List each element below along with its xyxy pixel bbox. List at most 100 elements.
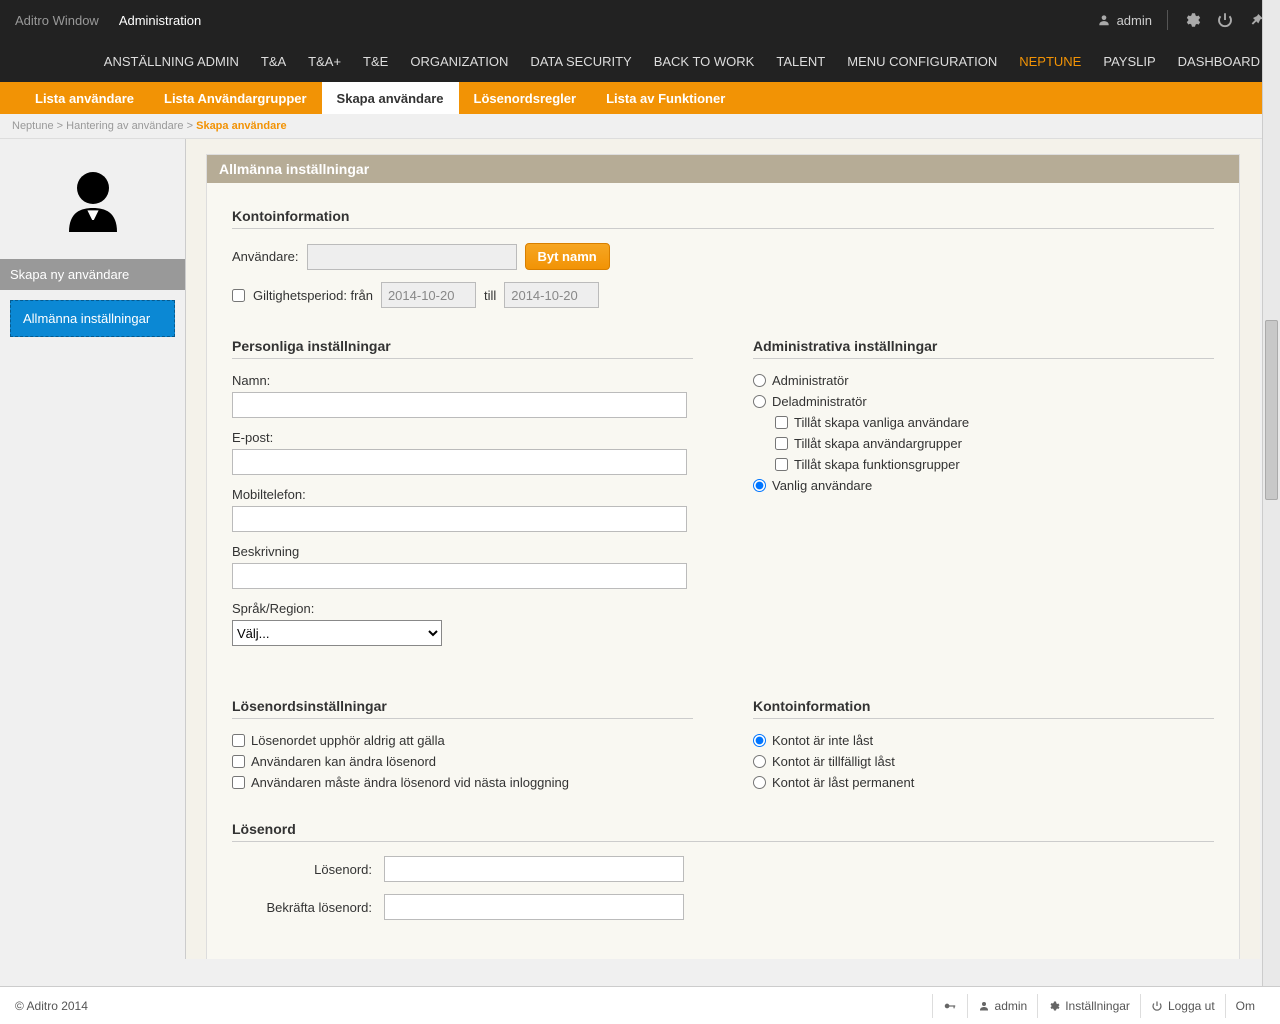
- confirm-password-label: Bekräfta lösenord:: [232, 900, 372, 915]
- orange-tab[interactable]: Skapa användare: [322, 82, 459, 114]
- pw-can-change-checkbox[interactable]: [232, 755, 245, 768]
- power-icon[interactable]: [1216, 11, 1234, 29]
- user-badge[interactable]: admin: [1097, 13, 1152, 28]
- orange-tab[interactable]: Lista av Funktioner: [591, 82, 740, 114]
- language-select[interactable]: Välj...: [232, 620, 442, 646]
- topnav-item[interactable]: DASHBOARD: [1178, 54, 1260, 69]
- divider: [1167, 10, 1168, 30]
- user-icon: [978, 1000, 990, 1012]
- breadcrumb-part[interactable]: Hantering av användare: [66, 120, 183, 132]
- user-label: Användare:: [232, 249, 299, 264]
- mobile-input[interactable]: [232, 506, 687, 532]
- pw-never-checkbox[interactable]: [232, 734, 245, 747]
- copyright: © Aditro 2014: [15, 999, 88, 1013]
- pw-must-change-label: Användaren måste ändra lösenord vid näst…: [251, 775, 569, 790]
- pw-must-change-checkbox[interactable]: [232, 776, 245, 789]
- topnav-item[interactable]: T&A: [261, 54, 286, 69]
- topnav-item[interactable]: PAYSLIP: [1103, 54, 1155, 69]
- footer-logout[interactable]: Logga ut: [1140, 994, 1225, 1018]
- allow-users-label: Tillåt skapa vanliga användare: [794, 415, 969, 430]
- language-label: Språk/Region:: [232, 601, 693, 616]
- divider: [232, 358, 693, 359]
- allow-funcgroups-checkbox[interactable]: [775, 458, 788, 471]
- temp-locked-label: Kontot är tillfälligt låst: [772, 754, 895, 769]
- breadcrumb-part[interactable]: Neptune: [12, 120, 54, 132]
- not-locked-radio[interactable]: [753, 734, 766, 747]
- footer-about[interactable]: Om: [1225, 994, 1265, 1018]
- topnav-item[interactable]: ORGANIZATION: [410, 54, 508, 69]
- admin-radio-label: Administratör: [772, 373, 849, 388]
- topnav-item[interactable]: NEPTUNE: [1019, 54, 1081, 69]
- pw-can-change-label: Användaren kan ändra lösenord: [251, 754, 436, 769]
- sidebar-title: Skapa ny användare: [0, 259, 185, 290]
- topnav-item[interactable]: MENU CONFIGURATION: [847, 54, 997, 69]
- divider: [753, 358, 1214, 359]
- avatar: [0, 164, 185, 244]
- name-input[interactable]: [232, 392, 687, 418]
- pw-never-label: Lösenordet upphör aldrig att gälla: [251, 733, 445, 748]
- section-pw-settings: Lösenordsinställningar: [232, 698, 693, 714]
- topnav-item[interactable]: BACK TO WORK: [654, 54, 755, 69]
- orange-tab[interactable]: Lista Användargrupper: [149, 82, 322, 114]
- user-icon: [1097, 13, 1111, 27]
- section-admin: Administrativa inställningar: [753, 338, 1214, 354]
- topnav-item[interactable]: ANSTÄLLNING ADMIN: [104, 54, 239, 69]
- topnav-item[interactable]: T&E: [363, 54, 388, 69]
- admin-radio[interactable]: [753, 374, 766, 387]
- page-scrollbar[interactable]: [1262, 0, 1280, 986]
- not-locked-label: Kontot är inte låst: [772, 733, 873, 748]
- perm-locked-radio[interactable]: [753, 776, 766, 789]
- allow-groups-label: Tillåt skapa användargrupper: [794, 436, 962, 451]
- power-icon: [1151, 1000, 1163, 1012]
- footer-key-icon[interactable]: [932, 994, 967, 1018]
- perm-locked-label: Kontot är låst permanent: [772, 775, 914, 790]
- validity-till-label: till: [484, 288, 496, 303]
- allow-funcgroups-label: Tillåt skapa funktionsgrupper: [794, 457, 960, 472]
- rename-button[interactable]: Byt namn: [525, 243, 610, 270]
- footer-settings[interactable]: Inställningar: [1037, 994, 1140, 1018]
- divider: [232, 228, 1214, 229]
- topnav-item[interactable]: TALENT: [776, 54, 825, 69]
- validity-checkbox[interactable]: [232, 289, 245, 302]
- section-account-info2: Kontoinformation: [753, 698, 1214, 714]
- validity-label: Giltighetsperiod: från: [253, 288, 373, 303]
- topnav-item[interactable]: DATA SECURITY: [530, 54, 631, 69]
- partadmin-radio[interactable]: [753, 395, 766, 408]
- allow-users-checkbox[interactable]: [775, 416, 788, 429]
- user-input[interactable]: [307, 244, 517, 270]
- orange-tab[interactable]: Lösenordsregler: [459, 82, 592, 114]
- breadcrumb: Neptune > Hantering av användare > Skapa…: [0, 114, 1280, 139]
- description-label: Beskrivning: [232, 544, 693, 559]
- footer-admin[interactable]: admin: [967, 994, 1038, 1018]
- date-to-input[interactable]: [504, 282, 599, 308]
- topnav-item[interactable]: T&A+: [308, 54, 341, 69]
- orange-tab[interactable]: Lista användare: [20, 82, 149, 114]
- email-label: E-post:: [232, 430, 693, 445]
- divider: [232, 841, 1214, 842]
- breadcrumb-current: Skapa användare: [196, 120, 287, 132]
- password-label: Lösenord:: [232, 862, 372, 877]
- sidebar-item-general[interactable]: Allmänna inställningar: [10, 300, 175, 337]
- panel-header: Allmänna inställningar: [207, 155, 1239, 183]
- date-from-input[interactable]: [381, 282, 476, 308]
- normal-user-label: Vanlig användare: [772, 478, 872, 493]
- password-input[interactable]: [384, 856, 684, 882]
- confirm-password-input[interactable]: [384, 894, 684, 920]
- mobile-label: Mobiltelefon:: [232, 487, 693, 502]
- name-label: Namn:: [232, 373, 693, 388]
- section-password: Lösenord: [232, 821, 1214, 837]
- gear-icon: [1048, 1000, 1060, 1012]
- gear-icon[interactable]: [1183, 11, 1201, 29]
- normal-user-radio[interactable]: [753, 479, 766, 492]
- section-personal: Personliga inställningar: [232, 338, 693, 354]
- allow-groups-checkbox[interactable]: [775, 437, 788, 450]
- divider: [753, 718, 1214, 719]
- section-title: Administration: [119, 13, 201, 28]
- description-input[interactable]: [232, 563, 687, 589]
- window-title: Aditro Window: [15, 13, 99, 28]
- divider: [232, 718, 693, 719]
- email-input[interactable]: [232, 449, 687, 475]
- temp-locked-radio[interactable]: [753, 755, 766, 768]
- user-label: admin: [1117, 13, 1152, 28]
- section-account-info: Kontoinformation: [232, 208, 1214, 224]
